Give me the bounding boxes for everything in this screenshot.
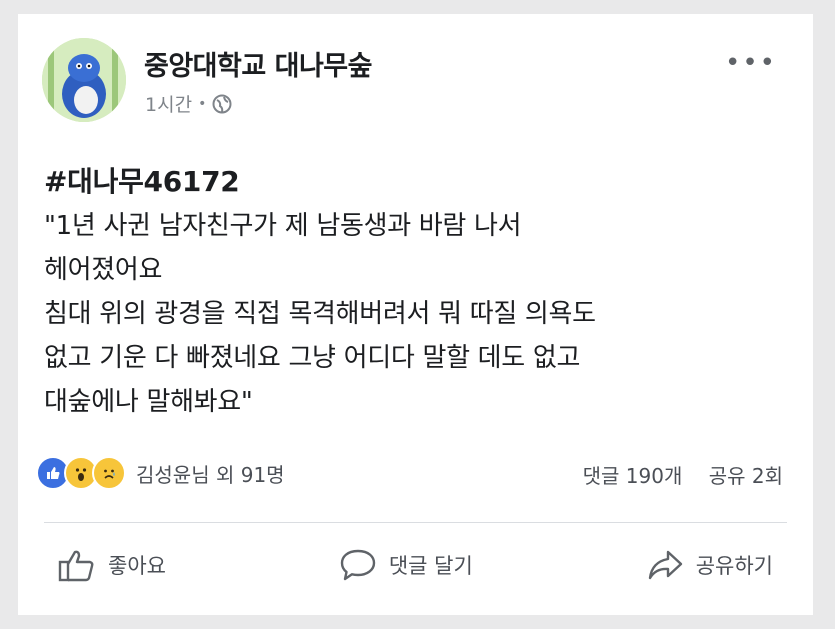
page-name[interactable]: 중앙대학교 대나무숲 bbox=[144, 44, 372, 83]
post-line: 헤어졌어요 bbox=[44, 255, 163, 285]
post-body: #대나무46172 "1년 사귄 남자친구가 제 남동생과 바람 나서 헤어졌어… bbox=[44, 160, 804, 424]
post-card: 중앙대학교 대나무숲 1시간 • ••• #대나무46172 "1년 사귄 남자… bbox=[18, 14, 813, 615]
thumbs-up-icon bbox=[58, 550, 94, 582]
meta-separator: • bbox=[198, 95, 207, 112]
share-button[interactable]: 공유하기 bbox=[646, 548, 773, 582]
post-line: 침대 위의 광경을 직접 목격해버려서 뭐 따질 의욕도 bbox=[44, 299, 596, 329]
reactors-text[interactable]: 김성윤님 외 91명 bbox=[136, 459, 285, 488]
post-line: 대숲에나 말해봐요" bbox=[44, 387, 253, 417]
post-hashtag[interactable]: #대나무46172 bbox=[44, 160, 804, 204]
post-time[interactable]: 1시간 bbox=[145, 90, 192, 117]
bamboo-mascot-image bbox=[42, 38, 126, 122]
share-label: 공유하기 bbox=[695, 554, 773, 578]
post-stats: 댓글 190개 공유 2회 bbox=[563, 460, 783, 489]
action-bar: 좋아요 댓글 달기 공유하기 bbox=[58, 548, 773, 582]
more-horizontal-icon: ••• bbox=[724, 48, 777, 78]
post-meta: 1시간 • bbox=[145, 90, 232, 117]
comment-label: 댓글 달기 bbox=[388, 554, 473, 578]
more-options-button[interactable]: ••• bbox=[725, 48, 777, 78]
reactions-summary[interactable]: 김성윤님 외 91명 bbox=[36, 456, 285, 490]
share-count[interactable]: 공유 2회 bbox=[709, 464, 783, 488]
comment-count[interactable]: 댓글 190개 bbox=[583, 464, 683, 488]
like-label: 좋아요 bbox=[108, 554, 166, 578]
comment-button[interactable]: 댓글 달기 bbox=[339, 548, 473, 582]
page-avatar[interactable] bbox=[42, 38, 126, 122]
comment-bubble-icon bbox=[340, 549, 376, 581]
sad-icon bbox=[92, 456, 126, 490]
globe-icon bbox=[212, 94, 232, 113]
post-line: 없고 기운 다 빠졌네요 그냥 어디다 말할 데도 없고 bbox=[44, 343, 581, 373]
share-arrow-icon bbox=[648, 550, 682, 580]
post-line: "1년 사귄 남자친구가 제 남동생과 바람 나서 bbox=[44, 211, 522, 241]
divider bbox=[44, 522, 787, 523]
like-button[interactable]: 좋아요 bbox=[58, 548, 166, 582]
